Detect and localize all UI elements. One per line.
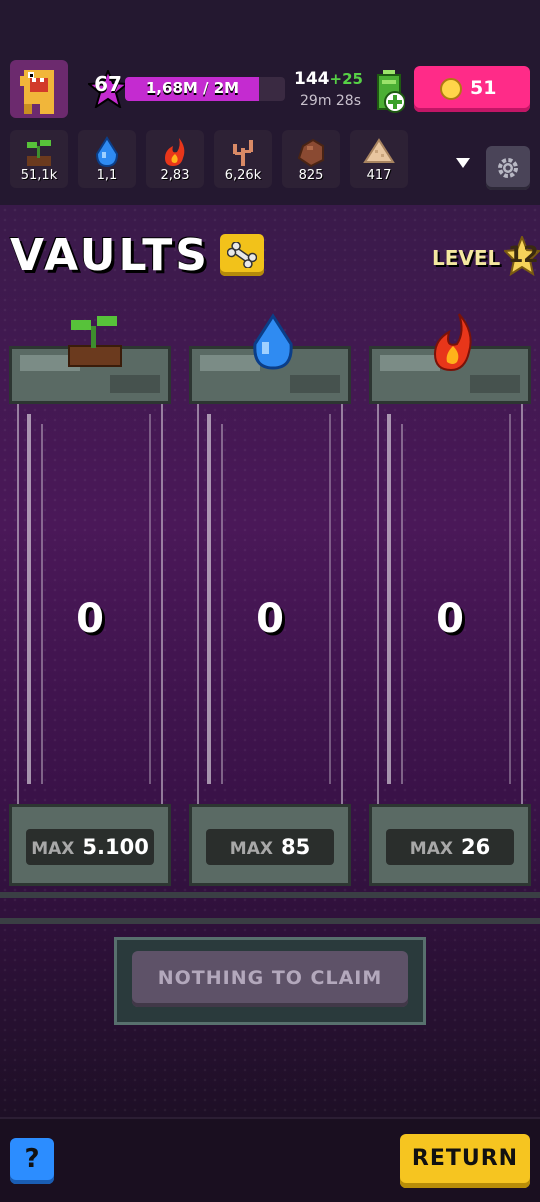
max-value: 26 xyxy=(460,835,491,859)
resource-sand[interactable]: 417 xyxy=(350,130,408,188)
vault-max: MAX 85 xyxy=(206,829,334,865)
resource-rock[interactable]: 825 xyxy=(282,130,340,188)
chevron-down-icon[interactable] xyxy=(456,158,470,168)
gear-icon xyxy=(498,158,518,178)
gems-value: 51 xyxy=(470,77,497,99)
vault-level-label: LEVEL xyxy=(432,246,501,270)
vault-base: MAX 5.100 xyxy=(9,804,171,886)
help-icon: ? xyxy=(24,1144,40,1174)
gems-button[interactable]: 51 xyxy=(414,66,530,112)
energy-bonus: +25 xyxy=(329,70,363,88)
vault-max: MAX 5.100 xyxy=(26,829,154,865)
pipe-rail xyxy=(0,892,540,898)
resource-value: 51,1k xyxy=(20,168,58,183)
max-label: MAX xyxy=(229,839,273,859)
vault-water: 0 MAX 85 xyxy=(189,313,351,886)
xp-text: 1,68M / 2M xyxy=(145,79,240,97)
energy-value: 144 xyxy=(294,69,330,89)
sprout-icon xyxy=(68,316,122,367)
rock-icon xyxy=(297,138,324,168)
vault-level-value: 12 xyxy=(508,243,539,268)
help-button[interactable]: ? xyxy=(10,1138,54,1184)
sprout-icon xyxy=(27,140,51,166)
sand-icon xyxy=(363,138,395,163)
energy-counter: 144+25 xyxy=(294,69,363,89)
claim-button[interactable]: NOTHING TO CLAIM xyxy=(132,951,408,1007)
vault-max: MAX 26 xyxy=(386,829,514,865)
page-title: VAULTS xyxy=(10,230,210,281)
claim-label: NOTHING TO CLAIM xyxy=(157,967,383,989)
fire-icon xyxy=(165,138,185,166)
player-avatar[interactable] xyxy=(10,60,68,118)
resource-value: 2,83 xyxy=(160,168,190,183)
resource-value: 825 xyxy=(298,168,324,183)
xp-bar: 1,68M / 2M xyxy=(125,77,285,101)
vault-fire: 0 MAX 26 xyxy=(369,313,531,886)
fire-icon xyxy=(433,313,472,372)
resource-value: 417 xyxy=(366,168,392,183)
vault-sprout: 0 MAX 5.100 xyxy=(9,316,171,886)
resource-value: 6,26k xyxy=(224,168,262,183)
coral-branch-icon xyxy=(233,140,253,166)
water-drop-icon xyxy=(95,136,119,168)
max-value: 85 xyxy=(280,835,311,859)
dino-avatar-icon xyxy=(20,70,54,114)
vault-count: 0 xyxy=(436,596,464,642)
water-drop-icon xyxy=(253,313,293,370)
pipe-rail xyxy=(0,918,540,924)
resource-sprout[interactable]: 51,1k xyxy=(10,130,68,188)
max-value: 5.100 xyxy=(82,835,149,859)
bone-button[interactable] xyxy=(220,234,264,276)
max-label: MAX xyxy=(409,839,453,859)
vault-base: MAX 85 xyxy=(189,804,351,886)
resource-water[interactable]: 1,1 xyxy=(78,130,136,188)
energy-timer: 29m 28s xyxy=(300,93,362,109)
max-label: MAX xyxy=(31,839,75,859)
resource-value: 1,1 xyxy=(96,168,118,183)
vault-count: 0 xyxy=(76,596,104,642)
vault-base: MAX 26 xyxy=(369,804,531,886)
player-level: 67 xyxy=(94,72,122,96)
resource-fire[interactable]: 2,83 xyxy=(146,130,204,188)
bone-icon xyxy=(227,242,257,268)
return-button[interactable]: RETURN xyxy=(400,1134,530,1188)
gem-coin-icon xyxy=(440,78,462,100)
add-energy-battery-icon[interactable] xyxy=(375,70,405,114)
settings-button[interactable] xyxy=(486,146,530,190)
return-label: RETURN xyxy=(411,1146,519,1171)
vault-count: 0 xyxy=(256,596,284,642)
resource-coral[interactable]: 6,26k xyxy=(214,130,272,188)
